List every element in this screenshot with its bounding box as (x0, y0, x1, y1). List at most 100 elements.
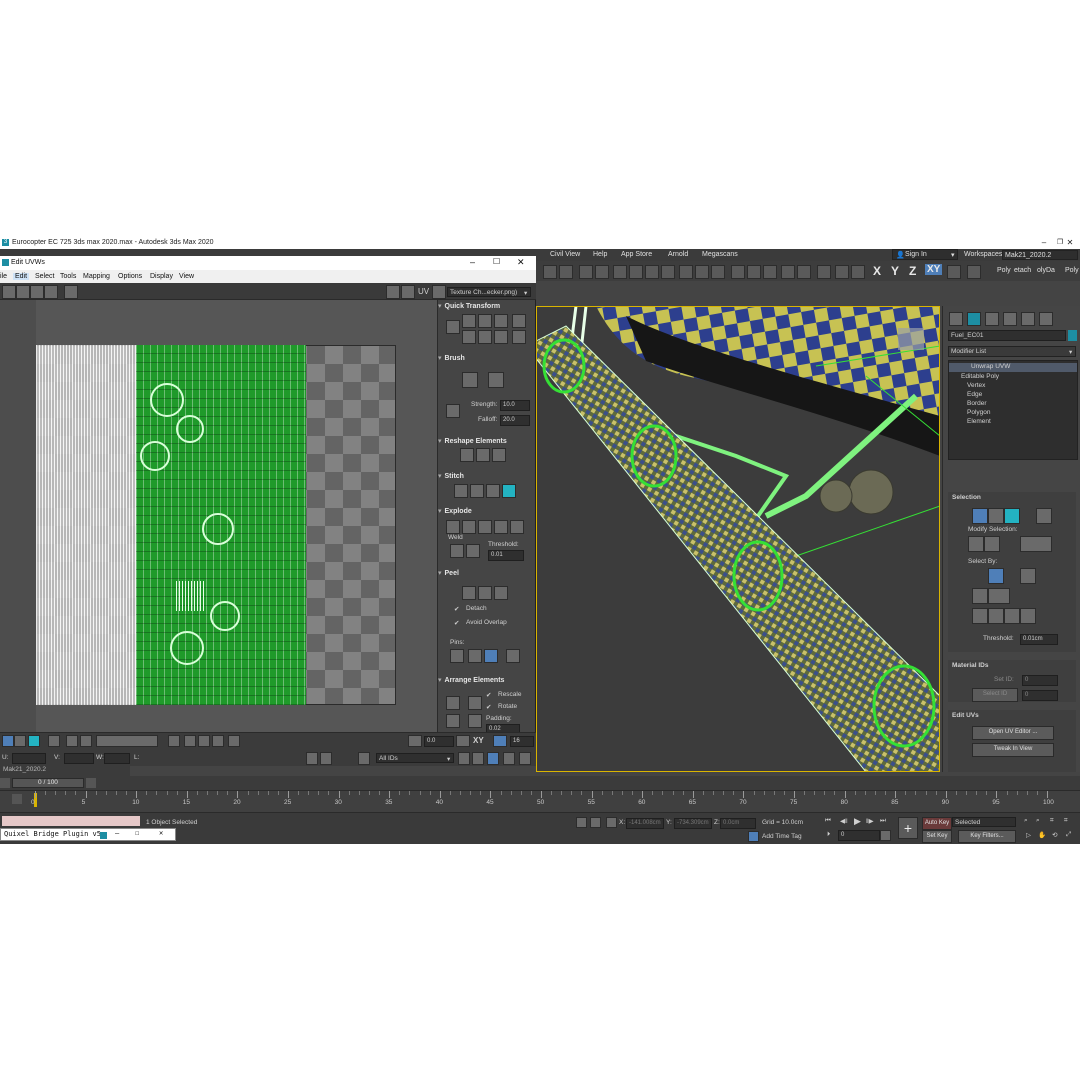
layer-icon[interactable] (817, 265, 831, 279)
y-coord-field[interactable]: -734.309cm (674, 818, 712, 829)
z-coord-field[interactable]: 0.0cm (720, 818, 756, 829)
quixel-close-button[interactable]: ✕ (159, 829, 163, 837)
stack-item-editable-poly[interactable]: Editable Poly (961, 373, 999, 380)
add-time-tag-button[interactable]: Add Time Tag (762, 833, 802, 840)
move-icon[interactable] (2, 285, 16, 299)
rotate-checkbox[interactable]: ✔ (486, 703, 491, 711)
unpin-icon[interactable] (468, 649, 482, 663)
render-icon[interactable] (947, 265, 961, 279)
element-select-icon[interactable] (1036, 508, 1052, 524)
element-mode-icon[interactable] (48, 735, 60, 747)
set-id-spinner[interactable]: 0 (1022, 675, 1058, 686)
auto-pin-icon[interactable] (484, 649, 498, 663)
axis-x[interactable]: X (873, 264, 881, 278)
explode-icon[interactable] (446, 520, 460, 534)
stack-item-unwrap[interactable]: Unwrap UVW (949, 363, 1077, 372)
layer-name[interactable]: Mak21_2020.2 (3, 766, 46, 773)
rescale-elements-icon[interactable] (468, 714, 482, 728)
stack-item-vertex[interactable]: Vertex (967, 382, 985, 389)
threshold-spinner[interactable]: 0.01cm (1020, 634, 1058, 645)
falloff-spinner[interactable]: 20.0 (500, 415, 530, 426)
align-verts-icon[interactable] (478, 314, 492, 328)
stack-item-polygon[interactable]: Polygon (967, 409, 991, 416)
x-coord-field[interactable]: -141.008cm (626, 818, 664, 829)
v-field[interactable] (64, 753, 94, 764)
workspace-select[interactable]: Mak21_2020.2 (1002, 250, 1078, 260)
scale-icon[interactable] (30, 285, 44, 299)
time-slider[interactable]: 0 / 100 (0, 776, 1080, 790)
loop-ring-controls[interactable] (96, 735, 158, 747)
flatten-icon[interactable] (494, 520, 508, 534)
face-mode-icon[interactable] (28, 735, 40, 747)
freeform-icon[interactable] (44, 285, 58, 299)
uv-island-round[interactable] (202, 513, 234, 545)
angle-snap-icon[interactable] (763, 265, 777, 279)
axis-z[interactable]: Z (909, 264, 916, 278)
sign-in-dropdown[interactable]: 👤 Sign In ▾ (892, 249, 958, 260)
go-to-end-icon[interactable]: ⏭ (880, 817, 886, 825)
uvw-menu-view[interactable]: View (179, 273, 194, 280)
menu-app-store[interactable]: App Store (621, 251, 652, 258)
bind-icon[interactable] (579, 265, 593, 279)
peel-section[interactable]: ▾ Peel (438, 569, 536, 577)
reset-peel-icon[interactable] (494, 586, 508, 600)
falloff-icon[interactable] (184, 735, 196, 747)
edge-mode-icon[interactable] (14, 735, 26, 747)
ribbon-tab-poly-2[interactable]: Poly (1065, 267, 1079, 274)
time-slider-right-button[interactable] (86, 778, 96, 788)
u-field[interactable] (12, 753, 46, 764)
mirror-icon[interactable] (781, 265, 795, 279)
reshape-section[interactable]: ▾ Reshape Elements (438, 437, 536, 445)
axis-xy[interactable]: XY (925, 264, 943, 275)
angle-icon[interactable] (408, 735, 422, 747)
stitch-section[interactable]: ▾ Stitch (438, 472, 536, 480)
uv-island-round[interactable] (150, 383, 184, 417)
angle-spinner[interactable]: 0.0 (424, 736, 454, 747)
uv-island-round[interactable] (170, 631, 204, 665)
select-z-icon[interactable] (1020, 608, 1036, 624)
strength-spinner[interactable]: 10.0 (500, 400, 530, 411)
scale-icon[interactable] (711, 265, 725, 279)
rotate-icon[interactable] (695, 265, 709, 279)
zoom-extents-icon[interactable]: ⌗ (1050, 817, 1054, 825)
uvw-menu-mapping[interactable]: Mapping (83, 273, 110, 280)
uvw-menu-select[interactable]: Select (35, 273, 54, 280)
hide-icon[interactable] (320, 752, 332, 765)
paint-select-icon[interactable] (198, 735, 210, 747)
pack-normalize-icon[interactable] (446, 696, 460, 710)
uvw-maximize-button[interactable]: ☐ (493, 257, 500, 266)
select-by-element-icon[interactable] (988, 568, 1004, 584)
time-tag-icon[interactable] (748, 831, 759, 842)
time-slider-left-button[interactable] (0, 778, 10, 788)
key-mode-icon[interactable]: ⏵ (827, 831, 830, 839)
close-button[interactable]: ✕ (1060, 237, 1080, 249)
face-select-icon[interactable] (1004, 508, 1020, 524)
detach-edge-icon[interactable] (478, 520, 492, 534)
rotate-90-icon[interactable] (494, 314, 508, 328)
menu-megascans[interactable]: Megascans (702, 251, 738, 258)
flatten-by-smoothing-icon[interactable] (510, 520, 524, 534)
key-filters-button[interactable]: Key Filters... (958, 830, 1016, 843)
link-icon[interactable] (543, 265, 557, 279)
track-bar-toggle-icon[interactable] (12, 794, 22, 804)
material-editor-icon[interactable] (851, 265, 865, 279)
lock-icon[interactable] (306, 752, 318, 765)
paint-move-icon[interactable] (462, 372, 478, 388)
quixel-minimize-button[interactable]: – (115, 829, 119, 837)
quixel-bridge-window[interactable]: Quixel Bridge Plugin v5 – ☐ ✕ (0, 828, 176, 841)
menu-arnold[interactable]: Arnold (668, 251, 688, 258)
break-icon[interactable] (462, 520, 476, 534)
stack-item-edge[interactable]: Edge (967, 391, 982, 398)
set-key-big-icon[interactable]: + (898, 817, 918, 839)
uvw-menu-edit[interactable]: Edit (13, 273, 30, 280)
weld-selected-icon[interactable] (450, 544, 464, 558)
modify-tab-icon[interactable] (967, 312, 981, 326)
ribbon-tab-poly[interactable]: Poly (997, 267, 1011, 274)
curve-editor-icon[interactable] (835, 265, 849, 279)
play-icon[interactable]: ▶ (854, 816, 861, 827)
straighten-icon[interactable] (478, 330, 492, 344)
straighten-selection-icon[interactable] (460, 448, 474, 462)
vertex-mode-icon[interactable] (2, 735, 14, 747)
ribbon-toggle-icon[interactable] (967, 265, 981, 279)
zoom-icon[interactable] (472, 752, 484, 765)
